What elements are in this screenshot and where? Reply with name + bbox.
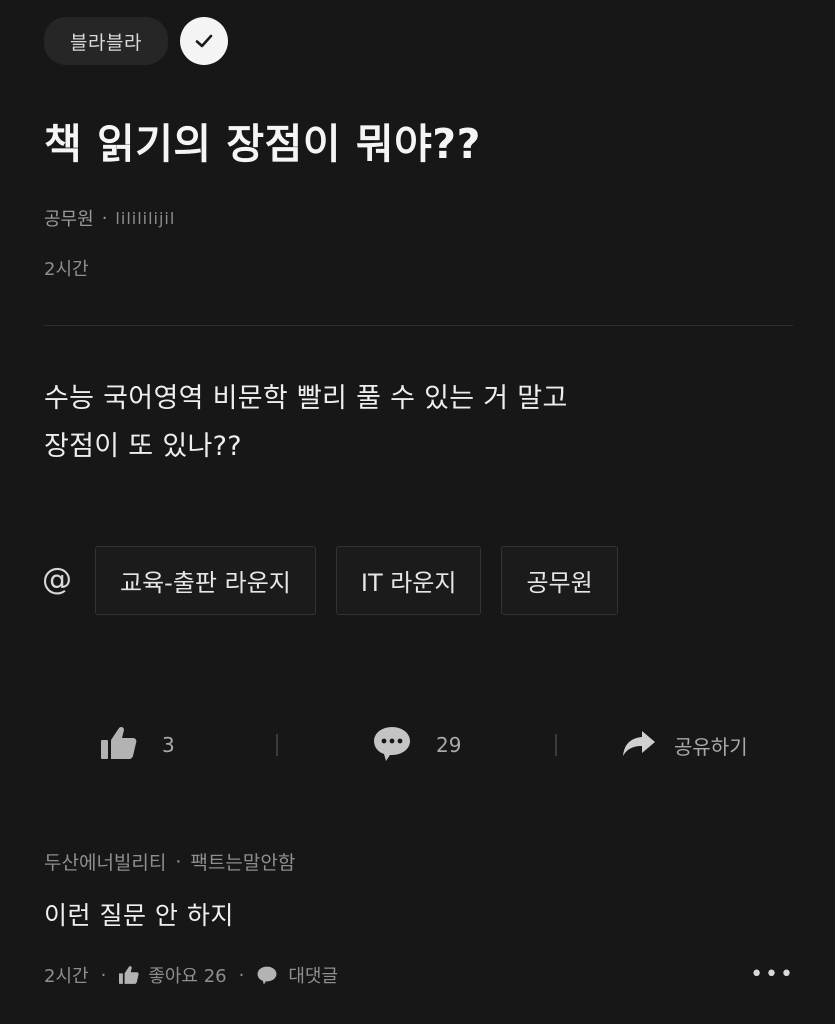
post-body-line: 수능 국어영역 비문학 빨리 풀 수 있는 거 말고 — [44, 383, 568, 414]
like-button[interactable]: 3 — [100, 720, 175, 770]
topic-chip[interactable]: 블라블라 — [44, 17, 168, 65]
post-body: 수능 국어영역 비문학 빨리 풀 수 있는 거 말고 장점이 또 있나?? — [44, 375, 568, 471]
comment-time: 2시간 — [44, 966, 89, 987]
topic-label: 블라블라 — [70, 31, 142, 54]
action-separator — [276, 734, 278, 756]
separator-dot: · — [238, 964, 245, 986]
author-company[interactable]: 공무원 — [44, 205, 94, 231]
reply-button[interactable]: 대댓글 — [256, 962, 338, 988]
lounge-tag-civil-servant[interactable]: 공무원 — [501, 546, 618, 615]
comment-like-label: 좋아요 26 — [148, 966, 227, 987]
check-icon — [179, 17, 228, 65]
more-options-icon[interactable]: ••• — [750, 962, 795, 987]
share-label: 공유하기 — [674, 734, 748, 759]
post-time: 2시간 — [44, 259, 89, 280]
lounge-tags: 교육-출판 라운지 IT 라운지 공무원 — [95, 546, 638, 615]
comment-author-company[interactable]: 두산에너빌리티 — [44, 848, 166, 875]
share-button[interactable]: 공유하기 — [622, 720, 748, 770]
thumbs-up-icon — [100, 725, 138, 766]
divider — [44, 325, 793, 326]
separator-dot: · — [100, 964, 107, 986]
separator-dot: · — [101, 207, 108, 229]
post-page: 블라블라 책 읽기의 장점이 뭐야?? 공무원 · lilililijil 2시… — [0, 0, 835, 1024]
comment-like-button[interactable]: 좋아요 26 — [118, 962, 227, 988]
comment-bubble-icon — [372, 724, 412, 767]
lounge-tag-it[interactable]: IT 라운지 — [335, 546, 482, 615]
share-arrow-icon — [622, 729, 656, 762]
comment-count: 29 — [436, 733, 462, 757]
comment-author: 두산에너빌리티 · 팩트는말안함 — [44, 848, 295, 875]
comment-text: 이런 질문 안 하지 — [44, 901, 234, 930]
separator-dot: · — [175, 850, 182, 873]
comment-meta: 2시간 · 좋아요 26 · 대댓글 — [44, 960, 338, 990]
comment-bubble-icon — [256, 965, 278, 985]
thumbs-up-icon — [118, 965, 140, 985]
post-author: 공무원 · lilililijil — [44, 205, 175, 231]
comment-button[interactable]: 29 — [372, 720, 461, 770]
reply-label: 대댓글 — [288, 966, 339, 987]
action-bar: 3 29 공유하기 — [0, 720, 835, 770]
lounge-tag-education[interactable]: 교육-출판 라운지 — [95, 546, 316, 615]
action-separator — [555, 734, 557, 756]
like-count: 3 — [162, 733, 175, 757]
post-body-line: 장점이 또 있나?? — [44, 431, 242, 462]
topic-row: 블라블라 — [44, 17, 228, 65]
author-nickname: lilililijil — [115, 208, 176, 228]
at-icon: @ — [42, 562, 72, 597]
post-title: 책 읽기의 장점이 뭐야?? — [44, 120, 481, 168]
comment-author-nickname: 팩트는말안함 — [190, 852, 296, 874]
